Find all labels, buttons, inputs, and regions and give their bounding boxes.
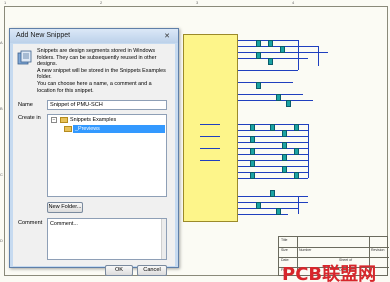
wire <box>238 94 303 95</box>
add-new-snippet-dialog: Add New Snippet ✕ Snippets are design se… <box>9 28 179 276</box>
wire <box>238 208 298 209</box>
collapse-icon[interactable]: − <box>51 117 57 123</box>
tree-item-snippets-examples[interactable]: Snippets Examples <box>70 116 116 124</box>
watermark-logo: PCB联盟网 <box>282 264 377 282</box>
capacitor[interactable] <box>294 148 299 155</box>
comment-text: Comment... <box>50 221 78 227</box>
title-label: Title <box>281 238 288 242</box>
comment-scrollbar[interactable] <box>161 219 166 259</box>
capacitor[interactable] <box>282 166 287 173</box>
wire <box>298 196 299 214</box>
comment-textarea[interactable]: Comment... <box>47 218 167 260</box>
close-icon[interactable]: ✕ <box>160 31 174 40</box>
wire <box>200 136 220 137</box>
capacitor[interactable] <box>280 46 285 53</box>
pmu-component[interactable] <box>183 34 238 222</box>
capacitor[interactable] <box>286 100 291 107</box>
capacitor[interactable] <box>250 136 255 143</box>
new-folder-button[interactable]: New Folder... <box>47 202 83 213</box>
wire <box>238 82 293 83</box>
snippet-name-input[interactable]: Snippet of PMU-SCH <box>47 100 167 110</box>
capacitor[interactable] <box>282 142 287 149</box>
capacitor[interactable] <box>256 40 261 47</box>
sheet-left-ruler: ABCD <box>0 40 3 243</box>
capacitor[interactable] <box>250 124 255 131</box>
tree-item-previews[interactable]: _Previews <box>75 125 100 133</box>
wire <box>200 160 220 161</box>
dialog-body: Snippets are design segments stored in W… <box>13 44 175 276</box>
sheet-top-ruler: 1234 <box>4 0 295 5</box>
wire <box>238 142 308 143</box>
wire <box>318 46 319 66</box>
folder-icon <box>64 126 72 132</box>
dialog-title: Add New Snippet <box>16 32 71 39</box>
capacitor[interactable] <box>256 52 261 59</box>
title-block-line <box>279 257 389 258</box>
wire <box>238 46 318 47</box>
wire <box>200 124 220 125</box>
folder-icon <box>60 117 68 123</box>
snippet-icon <box>17 50 32 65</box>
name-label: Name <box>18 102 33 108</box>
capacitor[interactable] <box>250 148 255 155</box>
revision-label: Revision <box>371 248 385 252</box>
ok-button[interactable]: OK <box>105 265 133 276</box>
wire <box>238 136 308 137</box>
capacitor[interactable] <box>282 154 287 161</box>
cancel-button[interactable]: Cancel <box>137 265 167 276</box>
wire <box>238 160 308 161</box>
wire <box>298 40 299 70</box>
capacitor[interactable] <box>256 82 261 89</box>
capacitor[interactable] <box>256 202 261 209</box>
capacitor[interactable] <box>294 124 299 131</box>
capacitor[interactable] <box>276 208 281 215</box>
capacitor[interactable] <box>270 124 275 131</box>
size-label: Size <box>281 248 288 252</box>
capacitor[interactable] <box>276 94 281 101</box>
comment-label: Comment <box>18 220 43 226</box>
wire <box>238 70 298 71</box>
create-in-label: Create in <box>18 115 41 121</box>
capacitor[interactable] <box>270 190 275 197</box>
wire <box>308 124 309 178</box>
dialog-titlebar[interactable]: Add New Snippet ✕ <box>10 29 178 43</box>
capacitor[interactable] <box>250 160 255 167</box>
wire <box>200 148 220 149</box>
capacitor[interactable] <box>250 172 255 179</box>
wire <box>238 166 308 167</box>
capacitor[interactable] <box>294 172 299 179</box>
folder-tree[interactable]: − Snippets Examples _Previews <box>47 114 167 197</box>
capacitor[interactable] <box>282 130 287 137</box>
capacitor[interactable] <box>268 40 273 47</box>
dialog-description: Snippets are design segments stored in W… <box>37 48 166 94</box>
capacitor[interactable] <box>268 58 273 65</box>
number-label: Number <box>299 248 312 252</box>
